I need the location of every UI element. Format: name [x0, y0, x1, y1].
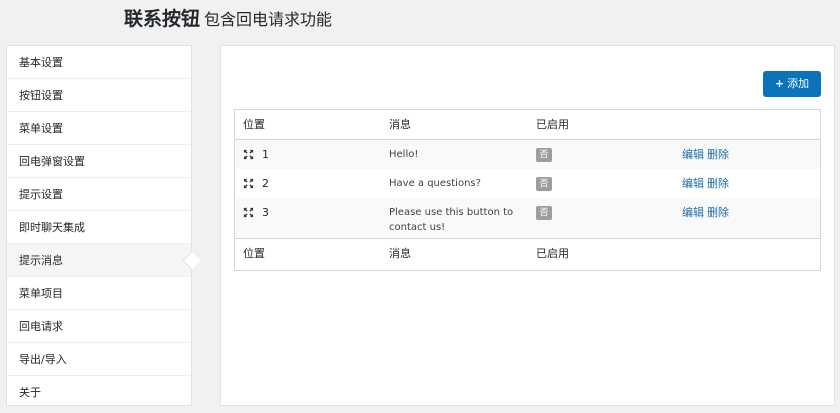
page-title: 联系按钮 包含回电请求功能 [124, 4, 332, 31]
row-position: 1 [262, 148, 269, 161]
status-badge[interactable]: 否 [536, 206, 552, 220]
delete-link[interactable]: 删除 [707, 148, 729, 161]
row-enabled-cell: 否 [536, 198, 552, 227]
sidebar-item-export-import[interactable]: 导出/导入 [7, 343, 191, 376]
column-header-message: 消息 [389, 118, 411, 131]
column-footer-message: 消息 [389, 247, 411, 260]
table-row: 3 Please use this button to contact us! … [235, 198, 820, 238]
edit-link[interactable]: 编辑 [682, 206, 704, 219]
sidebar-item-button-settings[interactable]: 按钮设置 [7, 79, 191, 112]
edit-link[interactable]: 编辑 [682, 148, 704, 161]
table-header-row: 位置 消息 已启用 [235, 110, 820, 140]
sidebar-item-prompt-settings[interactable]: 提示设置 [7, 178, 191, 211]
delete-link[interactable]: 删除 [707, 177, 729, 190]
table-footer-row: 位置 消息 已启用 [235, 238, 820, 268]
messages-table: 位置 消息 已启用 1 Hello! 否 编辑 删除 2 Have a ques… [234, 109, 821, 271]
row-position: 2 [262, 177, 269, 190]
delete-link[interactable]: 删除 [707, 206, 729, 219]
plus-icon: + [774, 77, 785, 90]
row-actions: 编辑 删除 [682, 140, 729, 170]
add-message-button[interactable]: + 添加 [763, 71, 821, 97]
sidebar-item-live-chat-integration[interactable]: 即时聊天集成 [7, 211, 191, 244]
table-row: 2 Have a questions? 否 编辑 删除 [235, 169, 820, 198]
column-footer-enabled: 已启用 [536, 247, 569, 260]
move-arrows-icon[interactable] [243, 207, 254, 218]
sidebar-item-prompt-messages[interactable]: 提示消息 [7, 244, 191, 277]
row-actions: 编辑 删除 [682, 198, 729, 228]
sidebar-item-basic-settings[interactable]: 基本设置 [7, 46, 191, 79]
row-position-cell: 2 [243, 169, 269, 198]
sidebar-item-menu-items[interactable]: 菜单项目 [7, 277, 191, 310]
column-header-position: 位置 [243, 118, 265, 131]
column-footer-position: 位置 [243, 247, 265, 260]
table-row: 1 Hello! 否 编辑 删除 [235, 140, 820, 169]
row-message: Hello! [389, 149, 419, 160]
row-message: Please use this button to contact us! [389, 207, 514, 233]
page-header: 联系按钮 包含回电请求功能 [0, 0, 840, 36]
settings-sidebar: 基本设置 按钮设置 菜单设置 回电弹窗设置 提示设置 即时聊天集成 提示消息 菜… [6, 45, 192, 406]
row-actions: 编辑 删除 [682, 169, 729, 199]
sidebar-item-about[interactable]: 关于 [7, 376, 191, 409]
row-position-cell: 3 [243, 198, 269, 227]
sidebar-item-callback-popup-settings[interactable]: 回电弹窗设置 [7, 145, 191, 178]
row-position: 3 [262, 206, 269, 219]
status-badge[interactable]: 否 [536, 177, 552, 191]
status-badge[interactable]: 否 [536, 148, 552, 162]
sidebar-item-menu-settings[interactable]: 菜单设置 [7, 112, 191, 145]
page-title-text: 联系按钮 [124, 8, 201, 30]
main-panel: + 添加 位置 消息 已启用 1 Hello! 否 编辑 删除 2 Have a… [220, 45, 835, 406]
row-message: Have a questions? [389, 178, 481, 189]
row-position-cell: 1 [243, 140, 269, 169]
edit-link[interactable]: 编辑 [682, 177, 704, 190]
page-subtitle: 包含回电请求功能 [204, 10, 333, 29]
column-header-enabled: 已启用 [536, 118, 569, 131]
add-button-label: 添加 [787, 77, 810, 90]
row-enabled-cell: 否 [536, 140, 552, 169]
sidebar-item-callback-requests[interactable]: 回电请求 [7, 310, 191, 343]
move-arrows-icon[interactable] [243, 178, 254, 189]
move-arrows-icon[interactable] [243, 149, 254, 160]
row-enabled-cell: 否 [536, 169, 552, 198]
